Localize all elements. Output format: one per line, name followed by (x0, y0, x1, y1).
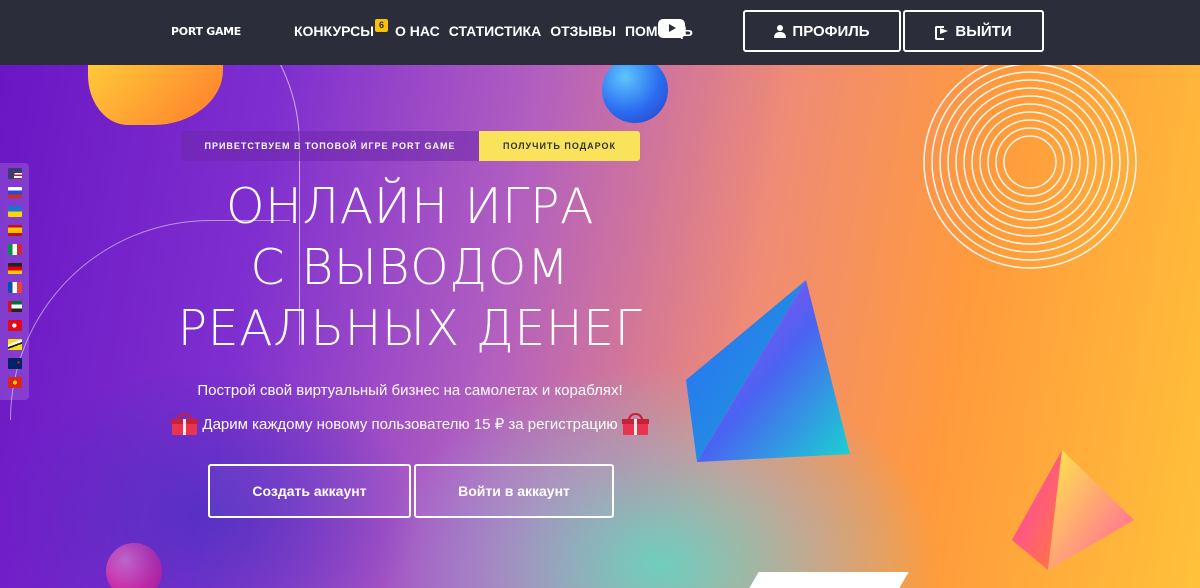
flag-vn-icon[interactable] (8, 377, 22, 388)
gift-icon (621, 413, 649, 435)
nav-contests-label: КОНКУРСЫ (294, 23, 374, 39)
decor-shape (741, 572, 909, 588)
flag-ae-icon[interactable] (8, 301, 22, 312)
flag-ua-icon[interactable] (8, 206, 22, 217)
flag-de-icon[interactable] (8, 263, 22, 274)
gift-icon (171, 413, 199, 435)
navbar: PORT GAME КОНКУРСЫ 6 О НАС СТАТИСТИКА ОТ… (0, 0, 1200, 65)
logout-button-label: ВЫЙТИ (955, 22, 1012, 40)
decor-pyramid (686, 280, 850, 462)
flag-us-icon[interactable] (8, 168, 22, 179)
flag-fr-icon[interactable] (8, 282, 22, 293)
nav-about[interactable]: О НАС (395, 23, 440, 39)
bonus-line: Дарим каждому новому пользователю 15 ₽ з… (110, 413, 710, 435)
sign-out-icon (935, 25, 949, 40)
flag-bn-icon[interactable] (8, 339, 22, 350)
nav-reviews[interactable]: ОТЗЫВЫ (550, 23, 616, 39)
decor-rings (923, 65, 1137, 269)
contests-count-badge: 6 (374, 19, 388, 32)
main-nav: КОНКУРСЫ 6 О НАС СТАТИСТИКА ОТЗЫВЫ ПОМОЩ… (294, 19, 702, 39)
login-account-button[interactable]: Войти в аккаунт (414, 464, 614, 518)
nav-statistics[interactable]: СТАТИСТИКА (449, 23, 542, 39)
decor-ball-blue (602, 65, 668, 123)
headline-line: С ВЫВОДОМ (250, 239, 570, 296)
headline-line: ОНЛАЙН ИГРА (225, 178, 595, 235)
bonus-text: Дарим каждому новому пользователю 15 ₽ з… (202, 416, 618, 433)
profile-button-label: ПРОФИЛЬ (792, 22, 870, 40)
logout-button[interactable]: ВЫЙТИ (903, 10, 1044, 52)
welcome-banner: ПРИВЕТСТВУЕМ В ТОПОВОЙ ИГРЕ PORT GAME (181, 131, 479, 161)
flag-ru-icon[interactable] (8, 187, 22, 198)
create-account-button[interactable]: Создать аккаунт (208, 464, 411, 518)
decor-pyramid (1012, 450, 1134, 570)
flag-es-icon[interactable] (8, 225, 22, 236)
flag-tr-icon[interactable] (8, 320, 22, 331)
logo[interactable]: PORT GAME (171, 25, 241, 38)
headline-line: РЕАЛЬНЫХ ДЕНЕГ (177, 300, 643, 357)
decor-ball-pink (106, 543, 162, 588)
hero-headline: ОНЛАЙН ИГРА С ВЫВОДОМ РЕАЛЬНЫХ ДЕНЕГ (110, 176, 710, 359)
language-switcher (0, 163, 29, 400)
hero-subtitle: Построй свой виртуальный бизнес на самол… (197, 382, 623, 399)
get-gift-button[interactable]: ПОЛУЧИТЬ ПОДАРОК (479, 131, 640, 161)
youtube-icon[interactable] (658, 19, 685, 38)
flag-it-icon[interactable] (8, 244, 22, 255)
nav-contests[interactable]: КОНКУРСЫ 6 (294, 19, 388, 39)
profile-button[interactable]: ПРОФИЛЬ (743, 10, 901, 52)
user-icon (774, 24, 787, 38)
flag-nz-icon[interactable] (8, 358, 22, 369)
